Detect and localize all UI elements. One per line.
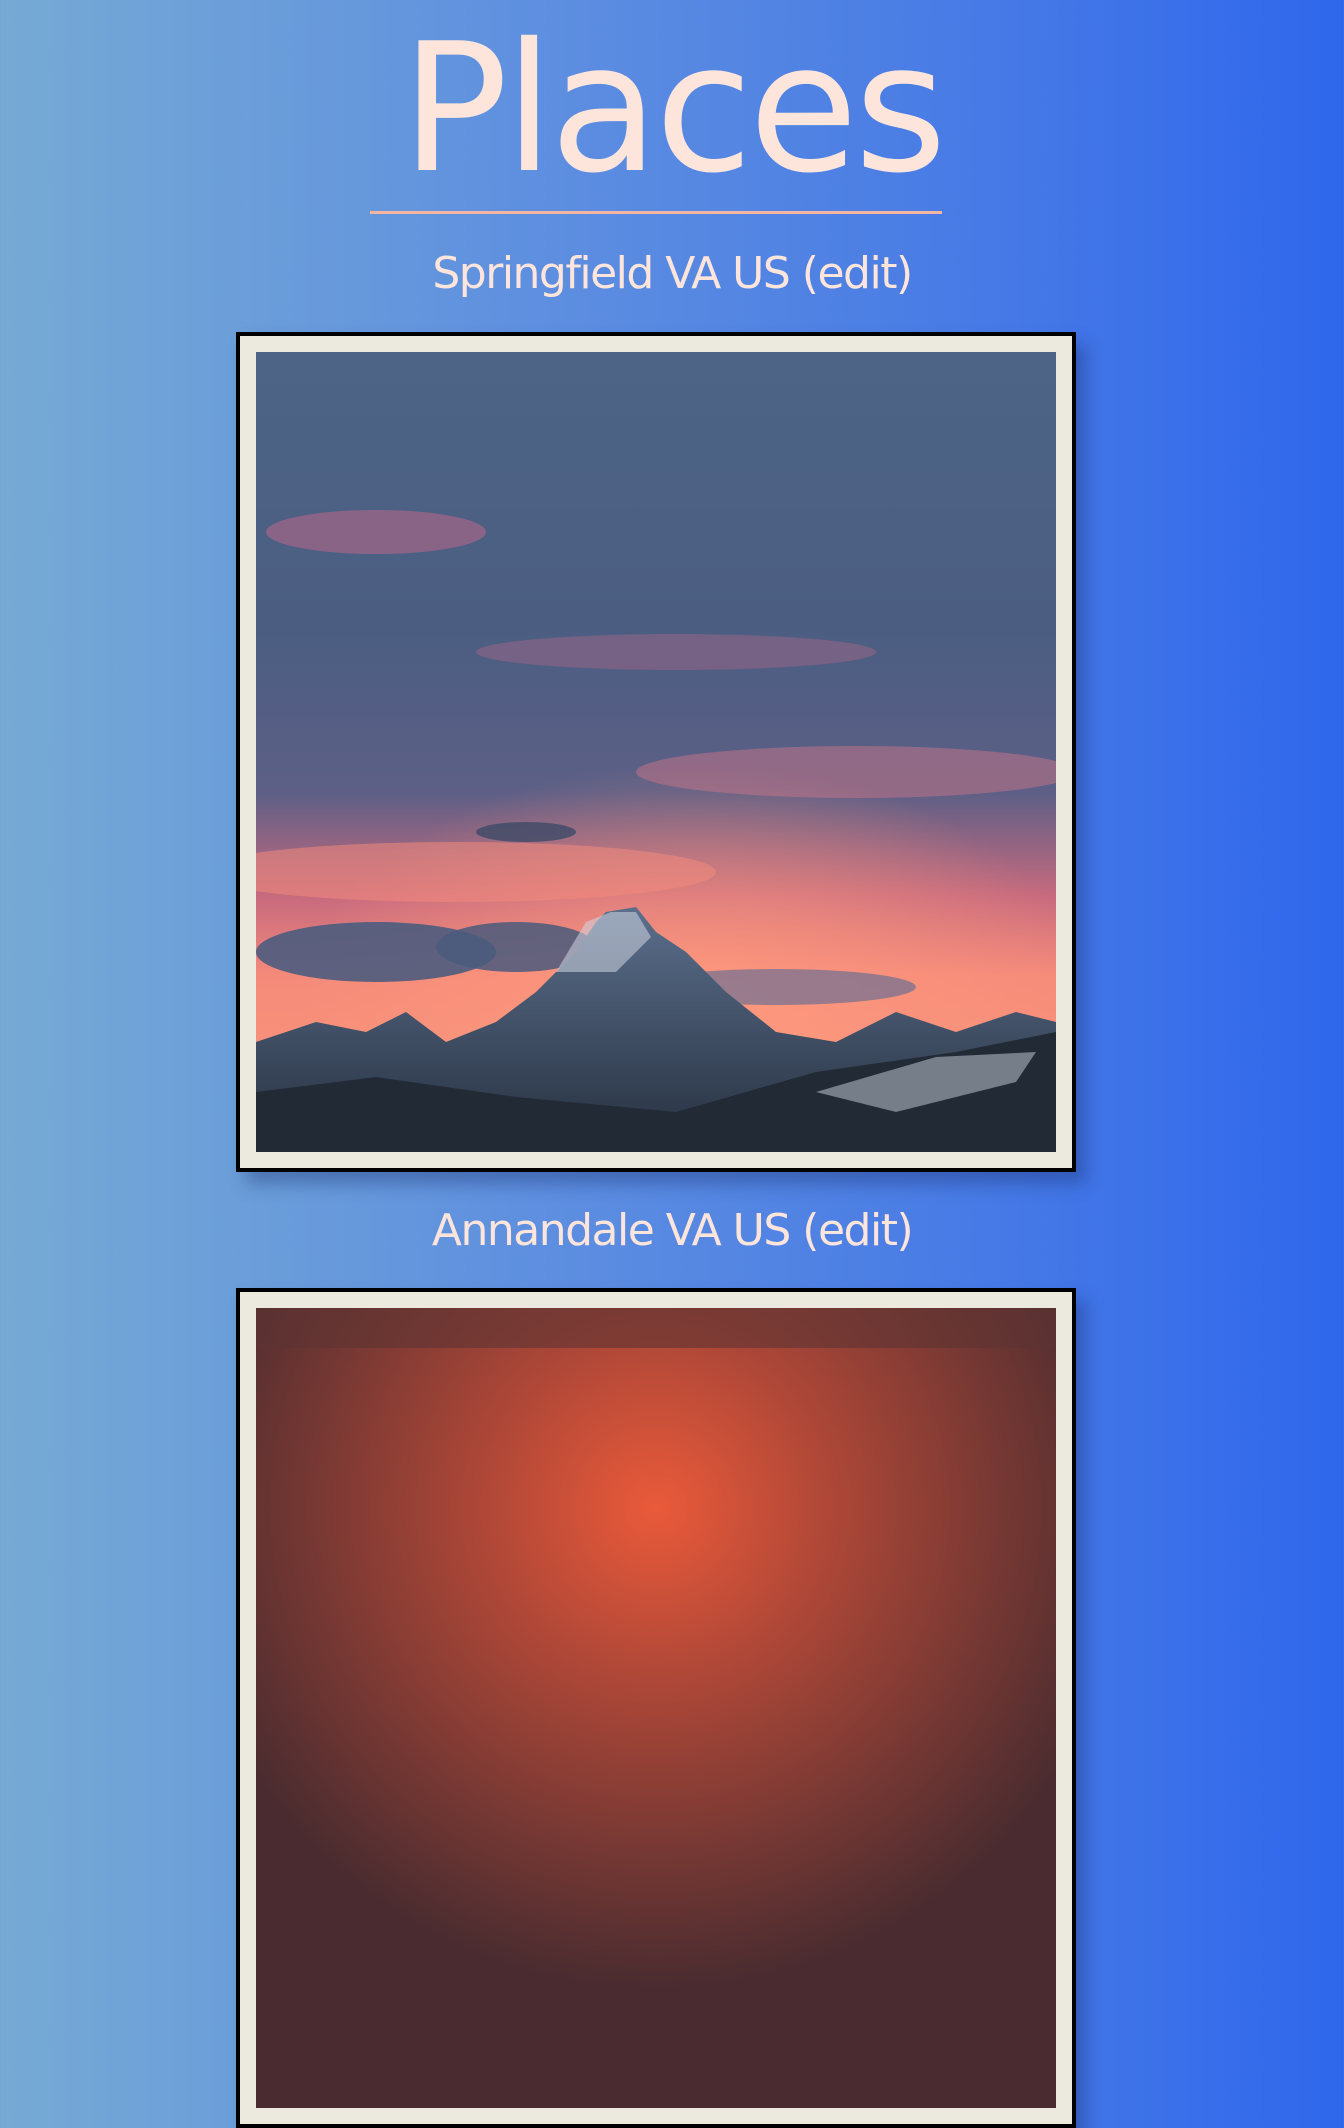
place-name: Springfield VA US [432,248,790,299]
place-name: Annandale VA US [431,1205,791,1256]
photo-frame-annandale [236,1288,1076,2128]
page-title: Places [401,5,947,212]
edit-link-springfield[interactable]: (edit) [802,248,913,299]
edit-link-annandale[interactable]: (edit) [802,1205,913,1256]
place-heading-annandale: Annandale VA US (edit) [0,1205,1344,1257]
title-divider [370,211,942,214]
photo-frame-springfield [236,332,1076,1172]
place-heading-springfield: Springfield VA US (edit) [0,248,1344,300]
mountain-sunset-photo[interactable] [256,352,1056,1152]
red-sunset-photo[interactable] [256,1308,1056,2108]
